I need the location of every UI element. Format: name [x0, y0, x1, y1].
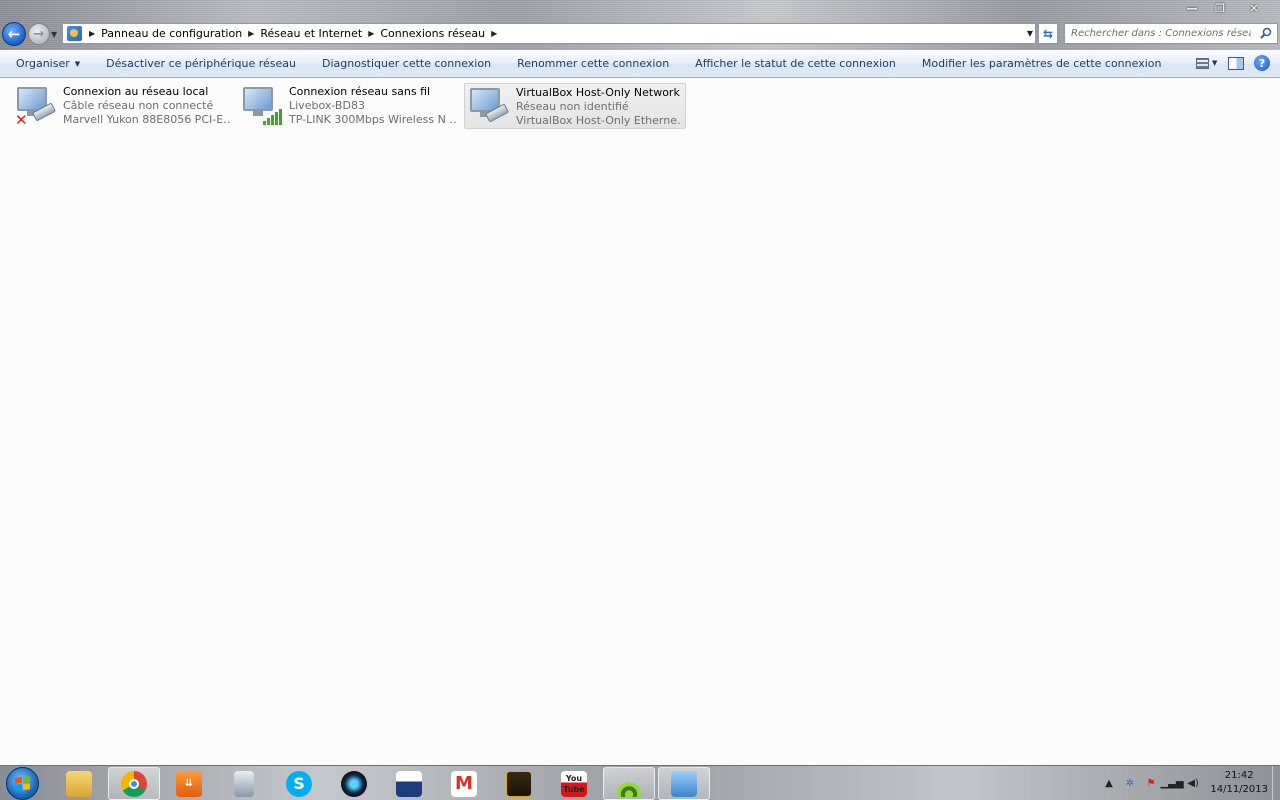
system-tray: ▲ ✲ ⚑ ▁▃▅ ◀): [1102, 776, 1200, 790]
chrome-icon: [121, 770, 147, 797]
clock-date: 14/11/2013: [1210, 784, 1268, 795]
wireless-connected-icon: [241, 85, 287, 127]
address-bar[interactable]: ▶ Panneau de configuration ▶ Réseau et I…: [62, 23, 1036, 44]
show-hidden-icons-icon[interactable]: ▲: [1102, 776, 1116, 790]
skype-icon: S: [286, 770, 312, 797]
maximize-button[interactable]: ❐: [1206, 0, 1234, 16]
folder-icon: [66, 770, 92, 797]
diagnose-button[interactable]: Diagnostiquer cette connexion: [309, 50, 504, 78]
change-view-button[interactable]: ▼: [1196, 54, 1218, 72]
organize-label: Organiser: [16, 57, 70, 70]
breadcrumb-control-panel[interactable]: Panneau de configuration: [97, 27, 246, 40]
connection-item-wireless[interactable]: Connexion réseau sans fil Livebox-BD83 T…: [238, 83, 460, 129]
rename-button[interactable]: Renommer cette connexion: [504, 50, 682, 78]
fax-icon: [396, 770, 422, 797]
connections-list: ✕ Connexion au réseau local Câble réseau…: [0, 79, 1280, 765]
taskbar-youtube[interactable]: You Tube: [548, 767, 600, 800]
connection-name: Connexion au réseau local: [63, 85, 209, 98]
wired-network-icon: [468, 86, 514, 128]
preview-pane-icon[interactable]: [1228, 56, 1244, 70]
control-panel-icon: [67, 26, 82, 41]
volume-icon[interactable]: ◀): [1186, 776, 1200, 790]
chevron-right-icon[interactable]: ▶: [489, 29, 499, 38]
search-input[interactable]: [1071, 28, 1251, 39]
taskbar-gmail[interactable]: M: [438, 767, 490, 800]
chevron-right-icon[interactable]: ▶: [366, 29, 376, 38]
breadcrumb-network-connections[interactable]: Connexions réseau: [376, 27, 489, 40]
taskbar-chrome[interactable]: [108, 767, 160, 800]
refresh-button[interactable]: ⇆: [1038, 23, 1058, 44]
show-desktop-button[interactable]: [1272, 766, 1280, 800]
connection-status: Réseau non identifié: [516, 100, 629, 113]
connection-name: Connexion réseau sans fil: [289, 85, 431, 98]
connection-adapter: VirtualBox Host-Only Ethernet Ad...: [516, 114, 682, 126]
organize-menu[interactable]: Organiser ▼: [0, 50, 93, 78]
recycle-bin-icon: [234, 770, 254, 797]
view-grid-icon: [1196, 57, 1209, 69]
clock-time: 21:42: [1224, 770, 1254, 781]
start-button[interactable]: [6, 767, 39, 800]
youtube-icon: You Tube: [561, 770, 587, 797]
camera-lens-icon: [341, 770, 367, 797]
taskbar-camera[interactable]: [328, 767, 380, 800]
breadcrumb-network-internet[interactable]: Réseau et Internet: [256, 27, 366, 40]
minimize-button[interactable]: —: [1178, 0, 1206, 16]
taskbar-skype[interactable]: S: [273, 767, 325, 800]
chevron-right-icon[interactable]: ▶: [246, 29, 256, 38]
command-bar: Organiser ▼ Désactiver ce périphérique r…: [0, 50, 1280, 78]
search-box[interactable]: [1064, 23, 1278, 44]
taskbar-downloader[interactable]: ⇊: [163, 767, 215, 800]
search-icon[interactable]: [1260, 27, 1272, 39]
forward-button[interactable]: →: [28, 23, 50, 45]
error-x-icon: ✕: [15, 111, 28, 129]
network-app-icon: [616, 770, 642, 797]
connection-item-local[interactable]: ✕ Connexion au réseau local Câble réseau…: [12, 83, 234, 129]
connection-status: Câble réseau non connecté: [63, 99, 214, 112]
taskbar-explorer[interactable]: [53, 767, 105, 800]
network-status-icon[interactable]: ✲: [1123, 776, 1137, 790]
taskbar-network[interactable]: [603, 767, 655, 800]
taskbar-fax[interactable]: [383, 767, 435, 800]
control-panel-icon: [671, 770, 697, 797]
caret-down-icon: ▼: [74, 59, 81, 68]
connection-status: Livebox-BD83: [289, 99, 365, 112]
help-icon[interactable]: ?: [1254, 55, 1270, 71]
connection-name: VirtualBox Host-Only Network: [516, 86, 680, 99]
window-controls: — ❐ ✕: [1178, 0, 1274, 16]
forums-icon: [506, 770, 532, 797]
download-icon: ⇊: [176, 770, 202, 797]
disable-device-button[interactable]: Désactiver ce périphérique réseau: [93, 50, 309, 78]
change-settings-button[interactable]: Modifier les paramètres de cette connexi…: [909, 50, 1175, 78]
close-button[interactable]: ✕: [1234, 0, 1274, 16]
recent-pages-dropdown[interactable]: ▼: [51, 30, 57, 39]
view-status-button[interactable]: Afficher le statut de cette connexion: [682, 50, 909, 78]
connection-item-virtualbox[interactable]: VirtualBox Host-Only Network Réseau non …: [464, 83, 686, 129]
windows-logo-icon: [15, 776, 30, 791]
taskbar: ⇊ S M You Tube ▲ ✲ ⚑ ▁▃▅ ◀) 21:42 14/11/…: [0, 765, 1280, 800]
action-center-icon[interactable]: ⚑: [1144, 776, 1158, 790]
address-dropdown-icon[interactable]: ▼: [1027, 29, 1033, 38]
back-button[interactable]: ←: [2, 22, 26, 46]
chevron-right-icon[interactable]: ▶: [87, 29, 97, 38]
gmail-icon: M: [451, 770, 477, 797]
signal-strength-icon: [263, 109, 282, 125]
connection-adapter: TP-LINK 300Mbps Wireless N Ada...: [289, 113, 457, 126]
caret-down-icon: ▼: [1212, 59, 1218, 67]
taskbar-recycle-bin[interactable]: [218, 767, 270, 800]
taskbar-control-panel[interactable]: [658, 767, 710, 800]
wired-disconnected-icon: ✕: [15, 85, 61, 129]
view-controls: ▼ ?: [1196, 54, 1270, 72]
wifi-signal-icon[interactable]: ▁▃▅: [1160, 776, 1183, 790]
connection-adapter: Marvell Yukon 88E8056 PCI-E Gig...: [63, 113, 231, 126]
clock[interactable]: 21:42 14/11/2013: [1210, 769, 1268, 797]
taskbar-forums[interactable]: [493, 767, 545, 800]
